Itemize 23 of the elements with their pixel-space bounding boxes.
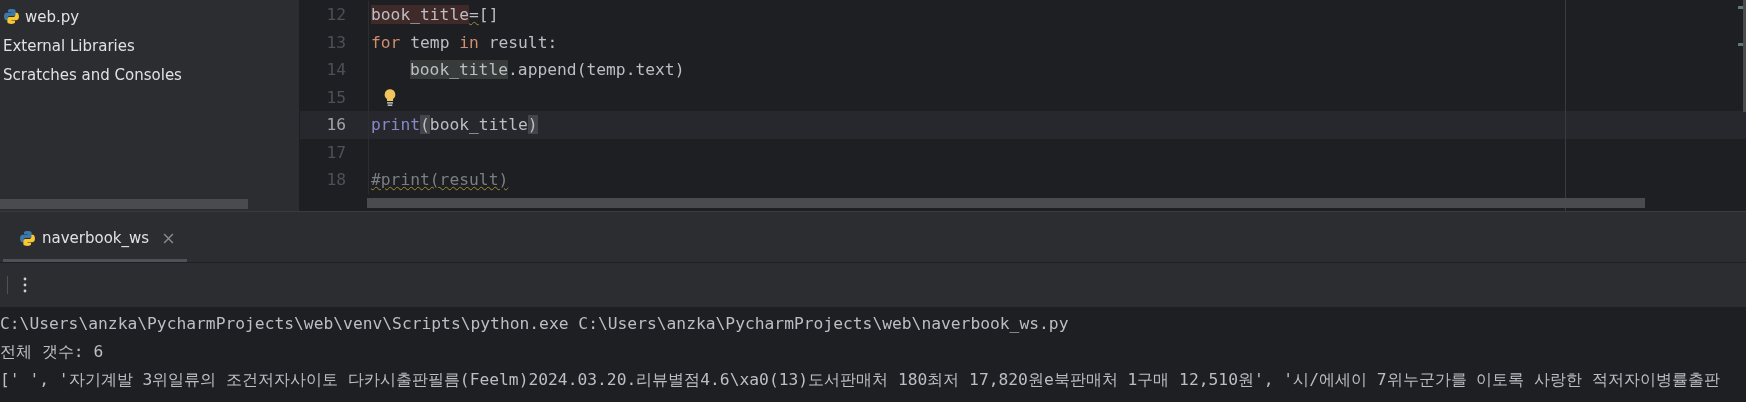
tree-item[interactable]: External Libraries xyxy=(0,31,299,60)
code-line: book_title.append(temp.text) xyxy=(410,60,685,80)
tree-item[interactable]: Scratches and Consoles xyxy=(0,60,299,89)
python-file-icon xyxy=(3,8,20,25)
vertical-scrollbar[interactable] xyxy=(1743,0,1746,112)
more-options-icon[interactable] xyxy=(23,277,27,293)
tree-item-label: Scratches and Consoles xyxy=(3,65,182,84)
lightbulb-icon[interactable] xyxy=(383,87,397,107)
tree-item-label: External Libraries xyxy=(3,36,135,55)
tree-item-label: web.py xyxy=(25,7,80,26)
line-number: 16 xyxy=(300,111,369,139)
python-icon xyxy=(19,229,36,247)
horizontal-scrollbar[interactable] xyxy=(0,199,248,209)
console-output-line: [' ', '자기계발 3위일류의 조건저자사이토 다카시출판필름(Feelm)2024.03.20.리뷰별점4.6\xa0(13)도서판매처 180최저 17,820원e북판매처 1구매 12,510원', '시/에세이 7위누군가를 이토록 사랑한 적저자이병률출판 xyxy=(0,369,1720,391)
close-icon[interactable] xyxy=(163,232,175,244)
console-output-line: C:\Users\anzka\PycharmProjects\web\venv\Scripts\python.exe C:\Users\anzka\PycharmProjects\web\naverbook_ws.py xyxy=(0,313,1069,335)
code-line: #print(result) xyxy=(371,170,509,190)
tree-item[interactable]: web.py xyxy=(0,2,299,31)
code-line: print(book_title) xyxy=(371,115,538,135)
console-output-line: 전체 갯수: 6 xyxy=(0,341,104,363)
code-line: for temp in result: xyxy=(371,32,558,52)
run-tab[interactable]: naverbook_ws xyxy=(3,217,188,262)
horizontal-scrollbar[interactable] xyxy=(367,198,1645,208)
